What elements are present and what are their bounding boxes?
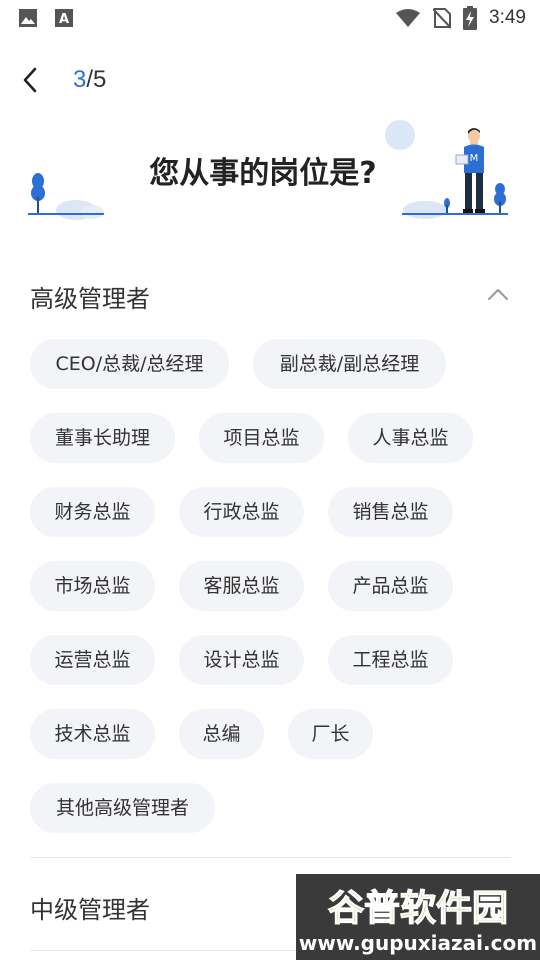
position-chip[interactable]: 副总裁/副总经理 [253, 339, 446, 389]
position-chip[interactable]: 行政总监 [179, 487, 304, 537]
position-chip[interactable]: 运营总监 [30, 635, 155, 685]
status-bar: A 3:49 [0, 0, 540, 36]
position-chip[interactable]: CEO/总裁/总经理 [30, 339, 229, 389]
step-current: 3 [73, 66, 87, 93]
section-title: 高级管理者 [30, 285, 150, 313]
status-time: 3:49 [489, 7, 526, 28]
position-chip[interactable]: 技术总监 [30, 709, 155, 759]
hero-banner: M 您从事的岗位是? [0, 115, 540, 225]
position-chip[interactable]: 其他高级管理者 [30, 783, 215, 833]
watermark-title: 谷普软件园 [328, 888, 508, 929]
battery-charging-icon [463, 6, 478, 30]
position-chip[interactable]: 设计总监 [179, 635, 304, 685]
position-chip[interactable]: 产品总监 [328, 561, 453, 611]
keyboard-a-icon: A [55, 9, 73, 27]
divider [30, 857, 511, 858]
watermark-url: www.gupuxiazai.com [299, 931, 537, 955]
step-total: /5 [86, 66, 107, 93]
position-chip[interactable]: 市场总监 [30, 561, 155, 611]
page-title: 您从事的岗位是? [149, 156, 377, 191]
position-chip[interactable]: 总编 [179, 709, 264, 759]
top-bar: 3/5 [0, 50, 540, 110]
position-chip[interactable]: 财务总监 [30, 487, 155, 537]
position-chip[interactable]: 人事总监 [348, 413, 473, 463]
position-chip[interactable]: 销售总监 [328, 487, 453, 537]
chevron-left-icon [23, 67, 37, 93]
watermark-logo: 谷普软件园 www.gupuxiazai.com [296, 874, 540, 960]
section-header[interactable]: 高级管理者 [30, 275, 511, 315]
no-sim-icon [433, 8, 452, 29]
position-chip[interactable]: 客服总监 [179, 561, 304, 611]
svg-text:A: A [59, 12, 69, 27]
back-button[interactable] [12, 60, 48, 100]
position-chip[interactable]: 项目总监 [199, 413, 324, 463]
position-chip[interactable]: 工程总监 [328, 635, 453, 685]
wifi-icon [396, 9, 421, 27]
chevron-up-icon[interactable] [485, 281, 511, 307]
section-title: 中级管理者 [30, 896, 150, 924]
step-indicator: 3/5 [73, 66, 106, 94]
position-chip[interactable]: 董事长助理 [30, 413, 175, 463]
position-chip[interactable]: 厂长 [288, 709, 373, 759]
image-icon [19, 9, 37, 27]
